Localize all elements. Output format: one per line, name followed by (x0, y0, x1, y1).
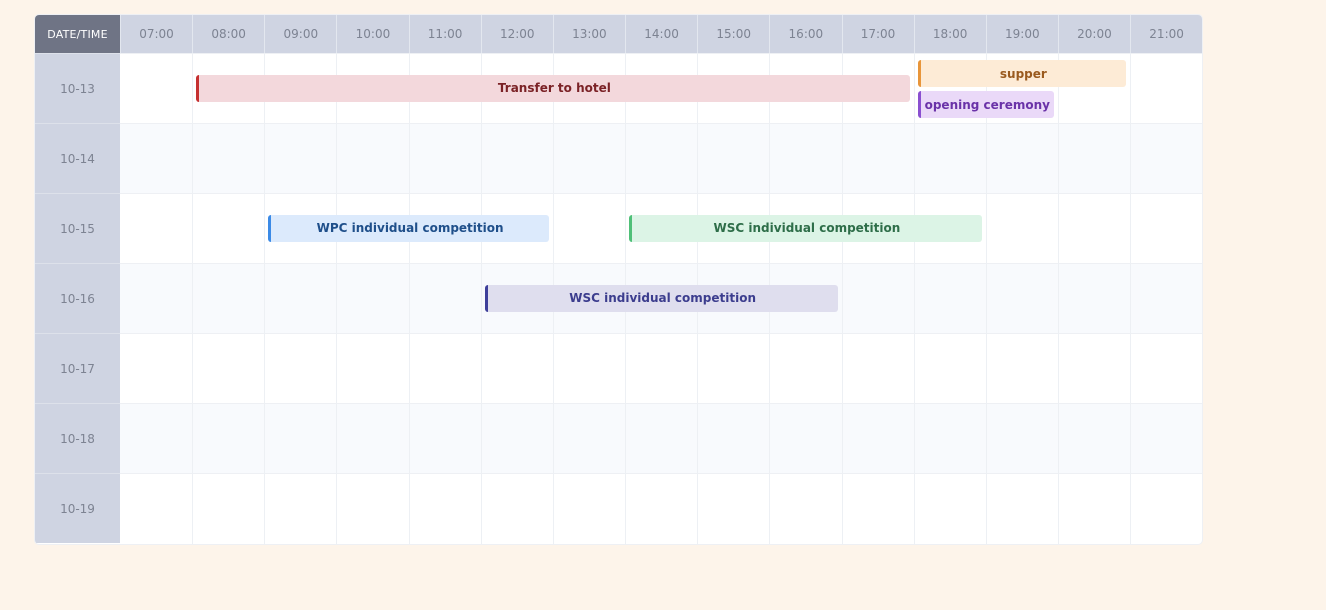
schedule-grid: DATE/TIME 07:00 08:00 09:00 10:00 11:00 12:00… (35, 15, 1202, 544)
time-header-cell: 13:00 (552, 15, 625, 53)
date-time-corner-label: DATE/TIME (35, 15, 120, 53)
date-row-header: 10-19 (35, 473, 120, 543)
date-row-header: 10-18 (35, 403, 120, 473)
time-header-cell: 08:00 (192, 15, 264, 53)
date-row-header: 10-15 (35, 193, 120, 263)
date-row-header: 10-16 (35, 263, 120, 333)
time-header-cell: 09:00 (264, 15, 336, 53)
event-block[interactable]: supper (917, 60, 1127, 87)
event-block[interactable]: WSC individual competition (484, 284, 838, 312)
event-block[interactable]: Transfer to hotel (196, 74, 910, 102)
date-row (120, 403, 1202, 473)
event-block[interactable]: opening ceremony (917, 91, 1054, 118)
date-row (120, 473, 1202, 543)
time-header-cell: 12:00 (480, 15, 553, 53)
time-header-cell: 07:00 (120, 15, 192, 53)
time-header-cell: 20:00 (1057, 15, 1130, 53)
time-header-cell: 14:00 (625, 15, 697, 53)
grid-line (192, 53, 194, 544)
time-header-cell: 19:00 (985, 15, 1058, 53)
event-block[interactable]: WSC individual competition (629, 214, 982, 242)
time-header-cell: 17:00 (841, 15, 914, 53)
event-block[interactable]: WPC individual competition (268, 214, 549, 242)
time-header-cell: 11:00 (408, 15, 481, 53)
grid-line (408, 53, 410, 544)
grid-line (913, 53, 915, 544)
time-header-cell: 18:00 (913, 15, 986, 53)
grid-line (985, 53, 987, 544)
grid-line (264, 53, 266, 544)
date-row-header: 10-17 (35, 333, 120, 403)
time-header-cell: 15:00 (697, 15, 769, 53)
grid-line (1130, 53, 1132, 544)
date-row-header: 10-13 (35, 53, 120, 123)
time-header-cell: 10:00 (336, 15, 408, 53)
grid-line (841, 53, 843, 544)
time-header-cell: 21:00 (1130, 15, 1202, 53)
grid-line (480, 53, 482, 544)
grid-line (1057, 53, 1059, 544)
time-header-cell: 16:00 (769, 15, 841, 53)
date-row-header: 10-14 (35, 123, 120, 193)
time-header: 07:00 08:00 09:00 10:00 11:00 12:00 13:00 14:00… (120, 15, 1202, 53)
date-row (120, 333, 1202, 403)
grid-line (336, 53, 338, 544)
date-row (120, 123, 1202, 193)
